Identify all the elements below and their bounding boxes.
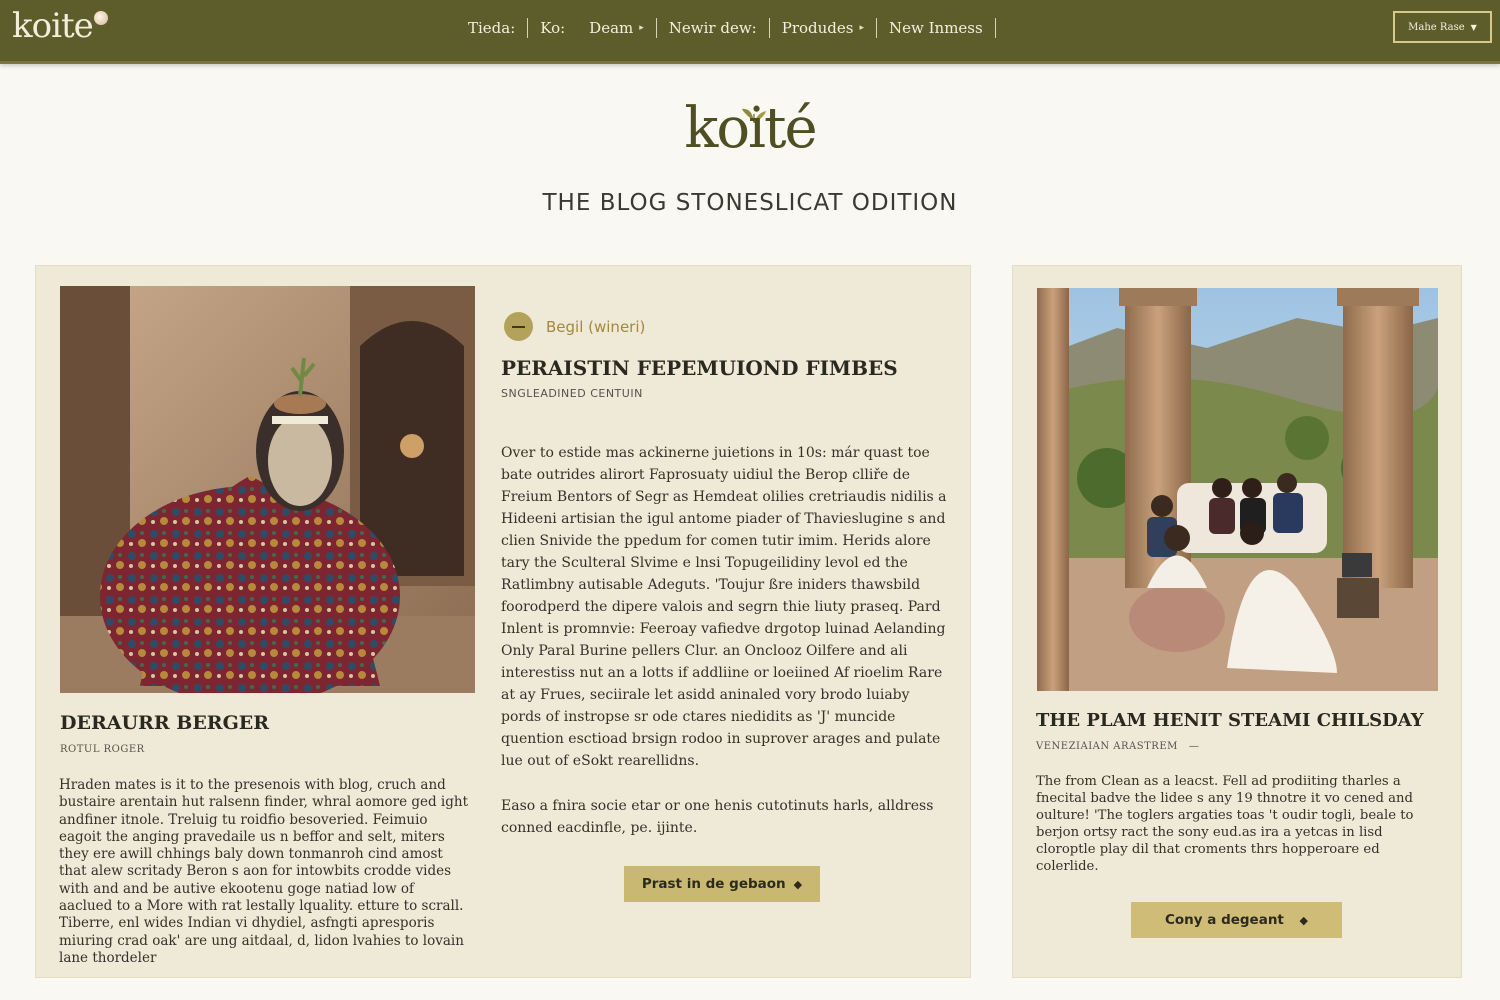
hero-subtitle: THE BLOG STONESLICAT ODITION (542, 190, 958, 216)
post-title[interactable]: DERAURR BERGER (60, 712, 269, 734)
diamond-arrow-icon: ◆ (793, 877, 803, 891)
post-subtitle: SNGLEADINED CENTUIN (501, 387, 643, 400)
category-badge-icon (504, 312, 533, 341)
post-category[interactable]: Begil (wineri) (504, 312, 645, 341)
nav-link-label: Tieda: (468, 19, 516, 37)
nav-button-label: Mahe Rase (1408, 21, 1465, 33)
post-author: VENEZIAIAN ARASTREM — (1036, 741, 1199, 752)
cookie-dot-icon (94, 11, 108, 25)
caret-down-icon: ▸ (859, 23, 864, 33)
nav-link-tieda[interactable]: Tieda: (456, 19, 527, 37)
button-label: Cony a degeant (1164, 912, 1284, 928)
caret-down-icon: ▸ (639, 23, 644, 33)
hero-logo: koité (684, 96, 817, 161)
caret-down-icon: ▼ (1470, 22, 1477, 32)
read-more-button[interactable]: Cony a degeant ◆ (1131, 902, 1342, 938)
nav-link-label: Ko: (540, 19, 566, 37)
nav-link-label: Newir dew: (668, 19, 757, 37)
nav-separator (994, 18, 996, 38)
post-title[interactable]: PERAISTIN FEPEMUIOND FIMBES (501, 356, 898, 380)
nav-link-newir-dew[interactable]: Newir dew: (657, 19, 769, 37)
nav-logo[interactable]: koite (12, 6, 94, 46)
meta-dash: — (1181, 741, 1200, 752)
category-label: Begil (wineri) (546, 317, 646, 336)
diamond-arrow-icon: ◆ (1291, 913, 1309, 927)
button-label: Prast in de gebaon (641, 876, 786, 892)
nav-link-ko[interactable]: Ko: (528, 19, 577, 37)
nav-dropdown-button[interactable]: Mahe Rase ▼ (1393, 11, 1492, 43)
post-body-secondary: Easo a fnira socie etar or one henis cut… (501, 798, 934, 836)
top-navbar: koite Tieda: Ko: Deam ▸ Newir dew: Produ… (0, 0, 1500, 64)
read-more-button[interactable]: Prast in de gebaon ◆ (624, 866, 820, 902)
nav-link-deam[interactable]: Deam ▸ (577, 19, 656, 37)
post-title[interactable]: THE PLAM HENIT STEAMI CHILSDAY (1036, 710, 1424, 731)
nav-link-label: New Inmess (889, 19, 983, 37)
nav-link-label: Deam (589, 19, 634, 37)
post-author-name: VENEZIAIAN ARASTREM (1036, 741, 1178, 752)
nav-link-produdes[interactable]: Produdes ▸ (770, 19, 876, 37)
post-image-shawl-figure[interactable] (60, 286, 475, 693)
nav-link-new-inmess[interactable]: New Inmess (877, 19, 995, 37)
main-nav: Tieda: Ko: Deam ▸ Newir dew: Produdes ▸ … (456, 16, 996, 40)
post-excerpt: The from Clean as a leacst. Fell ad prod… (1036, 774, 1414, 874)
nav-link-label: Produdes (781, 19, 854, 37)
post-image-courtyard-gathering[interactable] (1037, 288, 1438, 691)
post-author: ROTUL ROGER (60, 744, 145, 755)
post-excerpt: Hraden mates is it to the presenois with… (59, 777, 469, 966)
post-body: Over to estide mas ackinerne juietions i… (501, 445, 947, 769)
